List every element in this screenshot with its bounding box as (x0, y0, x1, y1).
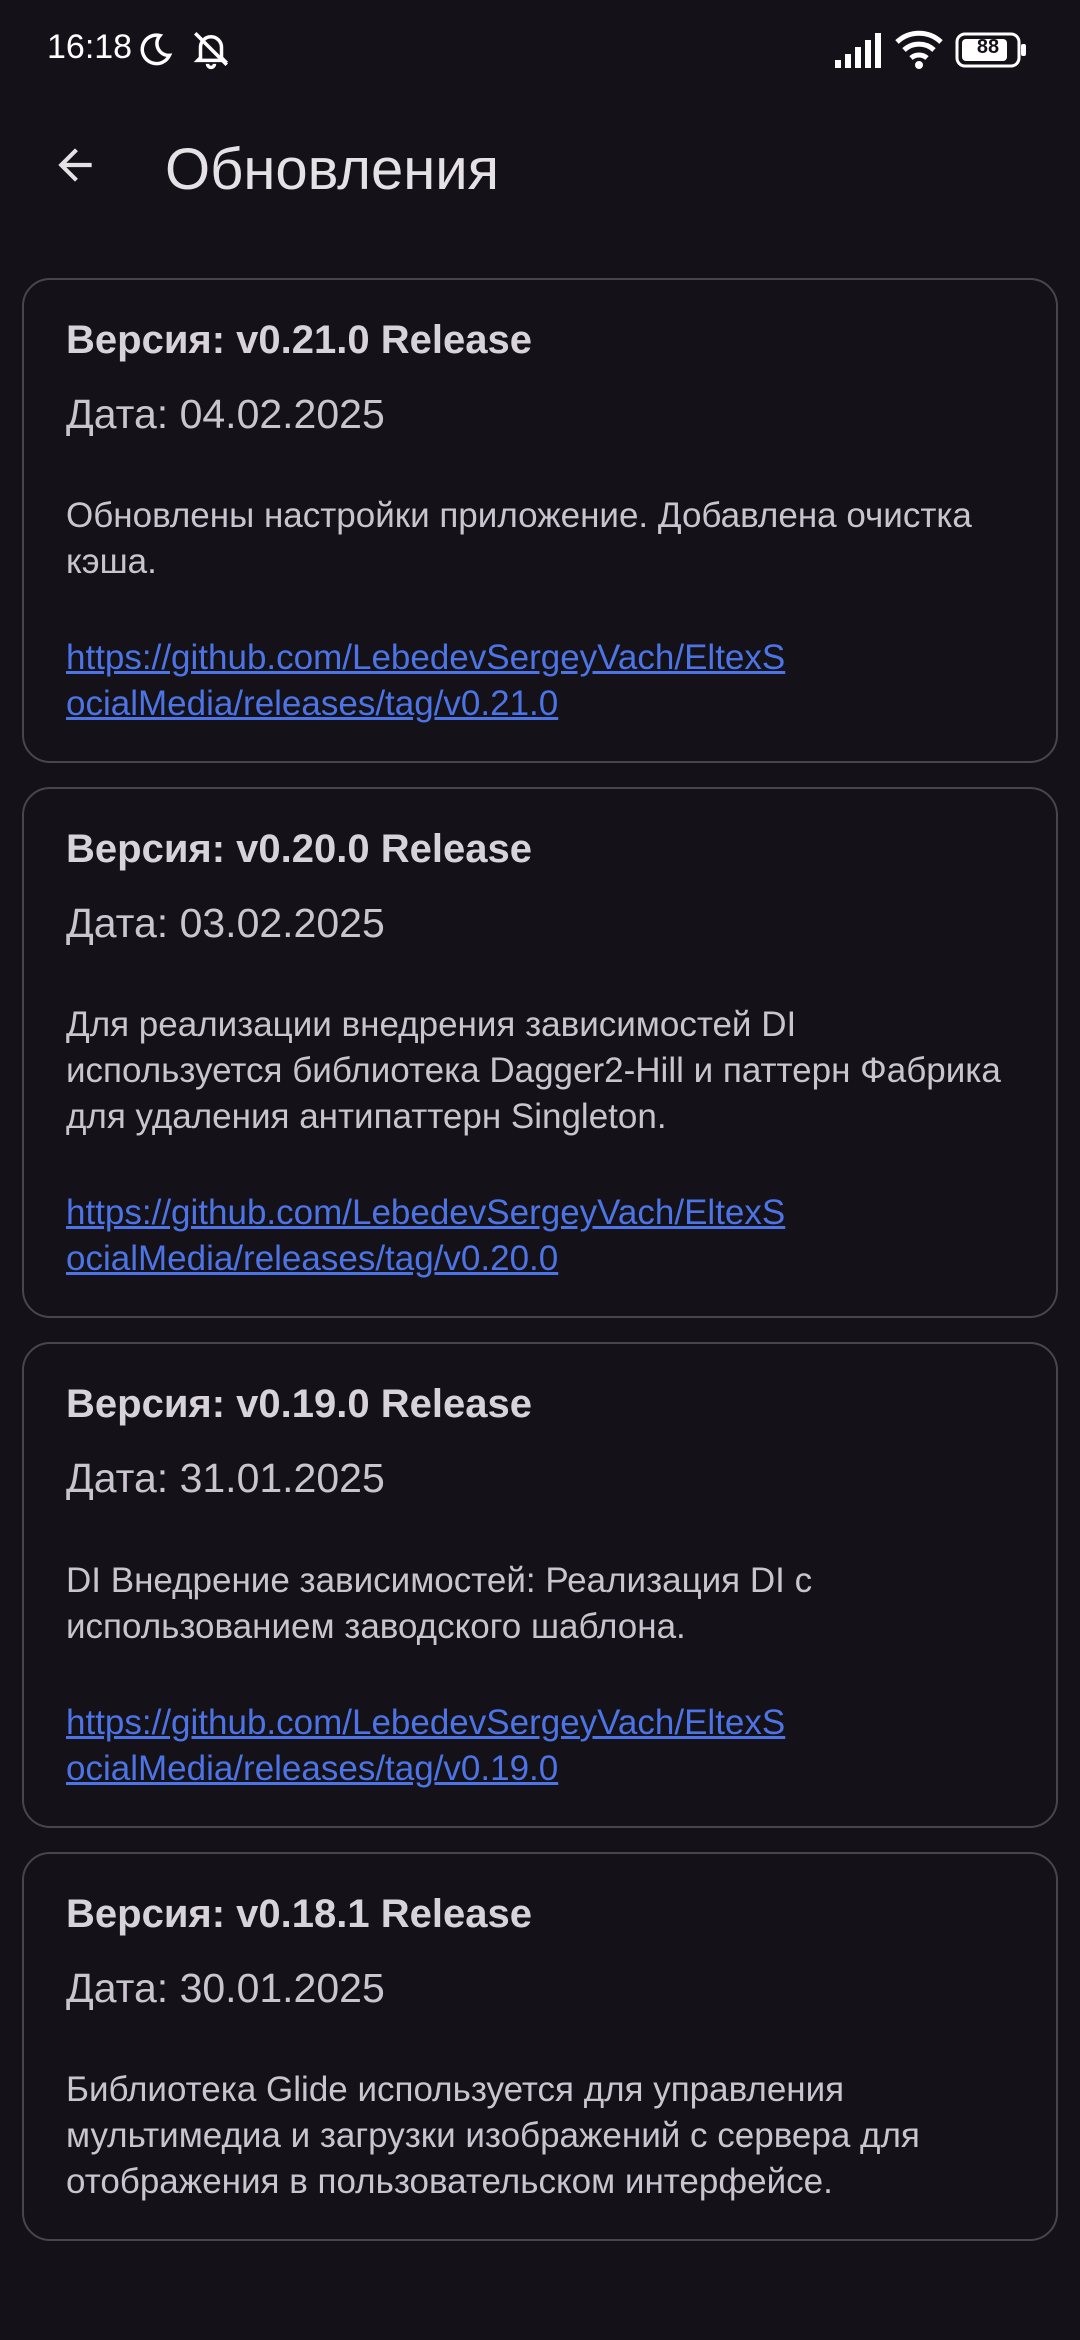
status-bar: 16:18 88 (0, 0, 1080, 100)
release-version: Версия: v0.18.1 Release (66, 1891, 532, 1936)
release-date: Дата: 30.01.2025 (66, 1964, 385, 2011)
release-date: Дата: 31.01.2025 (66, 1455, 385, 1502)
release-date: Дата: 04.02.2025 (66, 391, 385, 437)
arrow-back-icon (58, 148, 92, 182)
page-title: Обновления (165, 137, 500, 202)
battery-level: 88 (976, 36, 1000, 58)
release-description: Для реализации внедрения зависимостей DI… (66, 1005, 1001, 1137)
silent-bell-icon (193, 32, 229, 70)
release-list[interactable]: Версия: v0.21.0 Release Дата: 04.02.2025… (0, 278, 1080, 2340)
release-version: Версия: v0.19.0 Release (66, 1382, 532, 1427)
release-link[interactable]: https://github.com/LebedevSergeyVach/Elt… (66, 1700, 786, 1792)
release-description: Обновлены настройки приложение. Добавлен… (66, 496, 972, 582)
release-card: Версия: v0.20.0 Release Дата: 03.02.2025… (22, 787, 1058, 1319)
wifi-icon (895, 30, 943, 69)
release-date: Дата: 03.02.2025 (66, 900, 385, 947)
release-card: Версия: v0.19.0 Release Дата: 31.01.2025… (22, 1342, 1058, 1828)
status-time: 16:18 (47, 28, 133, 66)
release-card: Версия: v0.18.1 Release Дата: 30.01.2025… (22, 1851, 1058, 2241)
moon-icon (140, 33, 173, 66)
release-version: Версия: v0.20.0 Release (66, 827, 532, 872)
release-description: Библиотека Glide используется для управл… (66, 2069, 920, 2201)
app-bar: Обновления (0, 100, 1080, 240)
back-button[interactable] (30, 120, 120, 210)
signal-icon (835, 33, 881, 68)
release-link[interactable]: https://github.com/LebedevSergeyVach/Elt… (66, 1190, 786, 1282)
release-version: Версия: v0.21.0 Release (66, 318, 532, 362)
release-card: Версия: v0.21.0 Release Дата: 04.02.2025… (22, 278, 1058, 764)
release-description: DI Внедрение зависимостей: Реализация DI… (66, 1560, 813, 1646)
release-link[interactable]: https://github.com/LebedevSergeyVach/Elt… (66, 635, 786, 727)
